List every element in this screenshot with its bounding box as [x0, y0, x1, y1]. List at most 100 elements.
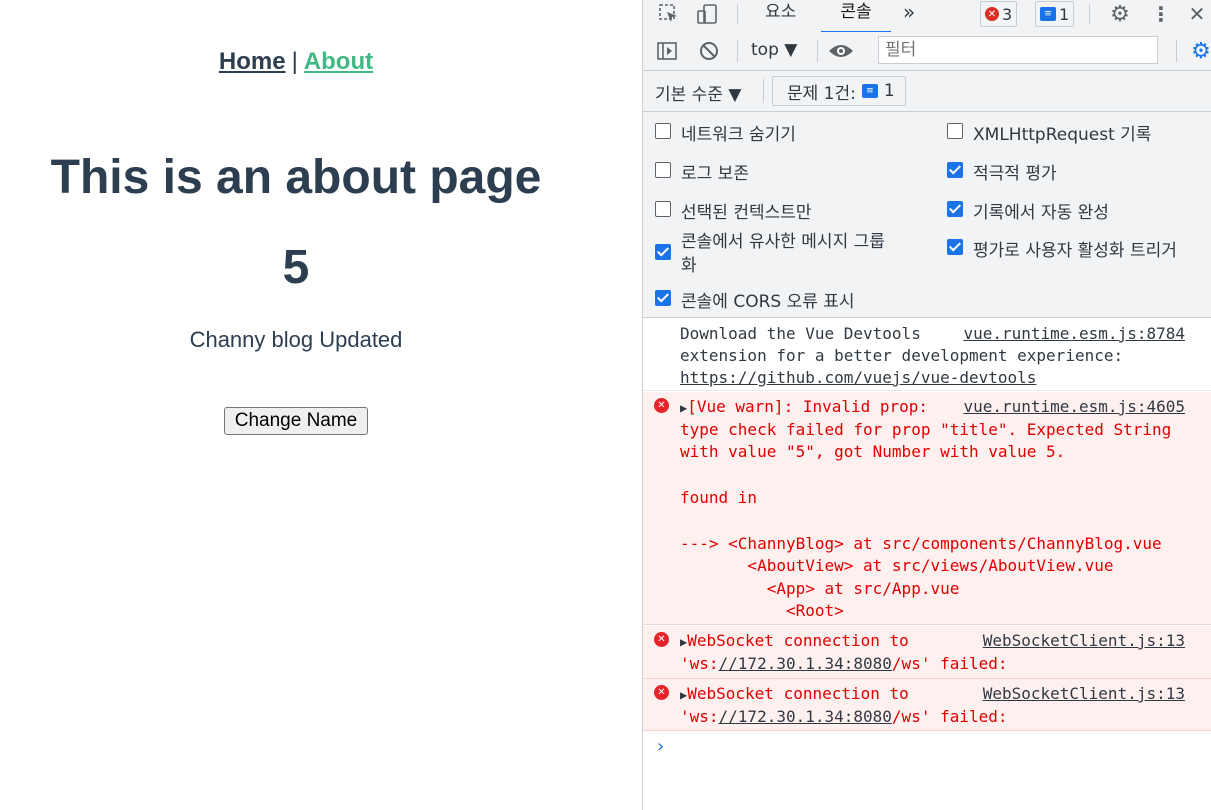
console-toolbar: top ▼ ⚙ — [643, 32, 1211, 71]
close-devtools-icon[interactable]: ✕ — [1187, 1, 1207, 27]
error-count-badge[interactable]: ✕ 3 — [980, 1, 1018, 27]
message-source-link[interactable]: WebSocketClient.js:13 — [983, 630, 1185, 652]
checkbox-checked[interactable] — [947, 162, 963, 178]
option-label: 네트워크 숨기기 — [681, 125, 796, 145]
issues-count: 1 — [883, 81, 895, 101]
error-icon: ✕ — [654, 685, 669, 700]
toolbar-divider-2 — [817, 40, 818, 62]
app-page: Home | About This is an about page 5 Chann… — [0, 0, 642, 810]
message-text[interactable]: ▶WebSocket connection to — [680, 630, 909, 653]
button-wrapper: Change Name — [0, 407, 592, 435]
console-message-error: ✕ ▶WebSocket connection to WebSocketClie… — [643, 679, 1211, 731]
message-source-link[interactable]: vue.runtime.esm.js:4605 — [963, 396, 1185, 418]
console-messages: Download the Vue Devtools vue.runtime.es… — [643, 318, 1211, 810]
option-label: 콘솔에서 유사한 메시지 그룹 화 — [681, 232, 885, 276]
user-activation-option[interactable]: 평가로 사용자 활성화 트리거 — [947, 236, 1177, 261]
hide-network-option[interactable]: 네트워크 숨기기 — [655, 120, 796, 145]
console-prompt-chevron-icon[interactable]: › — [657, 736, 664, 757]
tab-console[interactable]: 콘솔 — [821, 0, 891, 34]
message-text: extension for a better development exper… — [680, 346, 1124, 365]
message-count-badge[interactable]: ≡ 1 — [1035, 1, 1075, 27]
message-text: <App> at src/App.vue — [680, 579, 960, 598]
console-filter-input[interactable] — [878, 36, 1158, 64]
checkbox[interactable] — [655, 123, 671, 139]
clear-console-icon[interactable] — [697, 39, 721, 63]
message-source-link[interactable]: WebSocketClient.js:13 — [983, 683, 1185, 705]
title-number: 5 — [282, 241, 310, 294]
message-text: found in — [680, 488, 758, 507]
log-level-dropdown[interactable]: 기본 수준 ▼ — [655, 80, 741, 105]
message-source-link[interactable]: vue.runtime.esm.js:8784 — [963, 323, 1185, 345]
sidebar-toggle-icon[interactable] — [655, 39, 679, 63]
ws-address-link[interactable]: //172.30.1.34:8080 — [719, 707, 892, 726]
devtools-tabbar: 요소 콘솔 » ✕ 3 ≡ 1 ⚙ ⋮ ✕ — [643, 0, 1211, 34]
toolbar-divider-4 — [763, 79, 764, 103]
nav-link-about[interactable]: About — [304, 48, 373, 75]
issues-button[interactable]: 문제 1건: ≡ 1 — [772, 76, 906, 106]
option-label: 평가로 사용자 활성화 트리거 — [973, 241, 1177, 261]
option-label: 로그 보존 — [681, 164, 749, 184]
preserve-log-option[interactable]: 로그 보존 — [655, 159, 749, 184]
message-text: <Root> — [680, 601, 844, 620]
message-text[interactable]: ▶WebSocket connection to — [680, 683, 909, 706]
nav-bar: Home | About — [0, 48, 592, 76]
error-icon: ✕ — [654, 398, 669, 413]
xhr-log-option[interactable]: XMLHttpRequest 기록 — [947, 120, 1151, 145]
tabbar-divider-2 — [1089, 4, 1090, 24]
blog-text: Channy blog Updated — [189, 327, 403, 352]
autocomplete-option[interactable]: 기록에서 자동 완성 — [947, 198, 1109, 223]
issues-label: 문제 1건: — [787, 83, 856, 104]
message-text: ---> <ChannyBlog> at src/components/Chan… — [680, 534, 1162, 553]
console-settings-pane: 네트워크 숨기기 로그 보존 선택된 컨텍스트만 콘솔에서 유사한 메시지 그룹… — [643, 112, 1211, 318]
checkbox-checked[interactable] — [947, 201, 963, 217]
nav-link-home[interactable]: Home — [219, 48, 286, 75]
option-label: 적극적 평가 — [973, 164, 1057, 184]
option-label: 선택된 컨텍스트만 — [681, 203, 812, 223]
checkbox-checked[interactable] — [655, 290, 671, 306]
nav-separator: | — [291, 48, 298, 75]
message-text: 'ws://172.30.1.34:8080/ws' failed: — [680, 707, 1008, 726]
group-similar-option[interactable]: 콘솔에서 유사한 메시지 그룹 화 — [655, 230, 885, 278]
option-label: XMLHttpRequest 기록 — [973, 125, 1152, 145]
message-text: <AboutView> at src/views/AboutView.vue — [680, 556, 1114, 575]
ws-address-link[interactable]: //172.30.1.34:8080 — [719, 654, 892, 673]
console-message-error: ✕ ▶[Vue warn]: Invalid prop: vue.runtime… — [643, 392, 1211, 625]
settings-gear-icon[interactable]: ⚙ — [1107, 1, 1133, 27]
change-name-button[interactable]: Change Name — [223, 407, 369, 435]
message-text: Download the Vue Devtools — [680, 324, 921, 343]
message-text: 'ws://172.30.1.34:8080/ws' failed: — [680, 654, 1008, 673]
checkbox[interactable] — [655, 162, 671, 178]
message-text: type check failed for prop "title". Expe… — [680, 420, 1172, 439]
selected-context-option[interactable]: 선택된 컨텍스트만 — [655, 198, 812, 223]
checkbox-checked[interactable] — [947, 239, 963, 255]
console-toolbar-secondary: 기본 수준 ▼ 문제 1건: ≡ 1 — [643, 71, 1211, 112]
message-text: with value "5", got Number with value 5. — [680, 442, 1066, 461]
more-tabs-icon[interactable]: » — [903, 0, 915, 31]
message-count: 1 — [1059, 4, 1070, 24]
checkbox[interactable] — [655, 201, 671, 217]
toolbar-divider — [737, 40, 738, 62]
live-expression-eye-icon[interactable] — [827, 39, 855, 63]
cors-errors-option[interactable]: 콘솔에 CORS 오류 표시 — [655, 287, 855, 312]
tabbar-divider — [737, 4, 738, 24]
console-settings-icon[interactable]: ⚙ — [1189, 38, 1211, 64]
checkbox[interactable] — [947, 123, 963, 139]
checkbox-checked[interactable] — [655, 244, 671, 260]
tab-elements[interactable]: 요소 — [765, 0, 796, 31]
option-label: 기록에서 자동 완성 — [973, 203, 1109, 223]
eager-eval-option[interactable]: 적극적 평가 — [947, 159, 1057, 184]
context-selector[interactable]: top ▼ — [751, 40, 797, 60]
inspect-icon[interactable] — [657, 2, 681, 26]
device-toolbar-icon[interactable] — [695, 2, 719, 26]
message-text[interactable]: ▶[Vue warn]: Invalid prop: — [680, 396, 928, 419]
error-icon: ✕ — [654, 632, 669, 647]
devtools-url-link[interactable]: https://github.com/vuejs/vue-devtools — [680, 367, 1036, 389]
issue-icon: ≡ — [861, 84, 878, 98]
more-options-icon[interactable]: ⋮ — [1151, 1, 1171, 27]
toolbar-divider-3 — [1176, 40, 1177, 62]
console-message-error: ✕ ▶WebSocket connection to WebSocketClie… — [643, 626, 1211, 679]
devtools-panel: 요소 콘솔 » ✕3 ≡1 ⚙ ⋮ ✕ top ▼ ⚙ 기본 수준 ▼ — [642, 0, 1211, 810]
error-icon: ✕ — [985, 7, 999, 21]
console-message-info: Download the Vue Devtools vue.runtime.es… — [643, 318, 1211, 391]
page-heading: This is an about page — [50, 151, 542, 204]
